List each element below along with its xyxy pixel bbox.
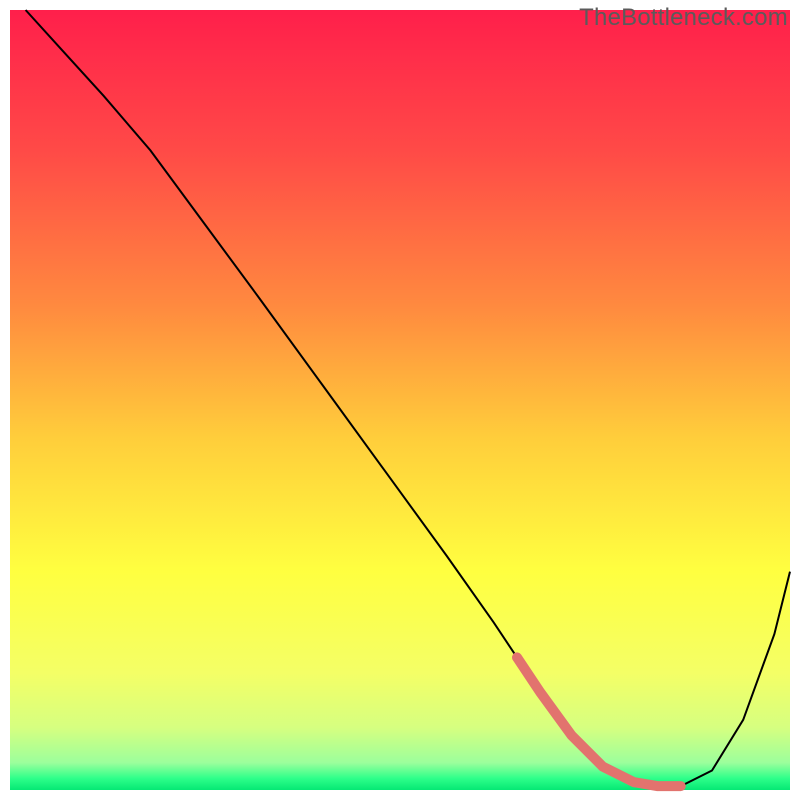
bottleneck-chart — [0, 0, 800, 800]
chart-container: TheBottleneck.com — [0, 0, 800, 800]
watermark-text: TheBottleneck.com — [579, 4, 788, 32]
plot-background — [10, 10, 790, 790]
